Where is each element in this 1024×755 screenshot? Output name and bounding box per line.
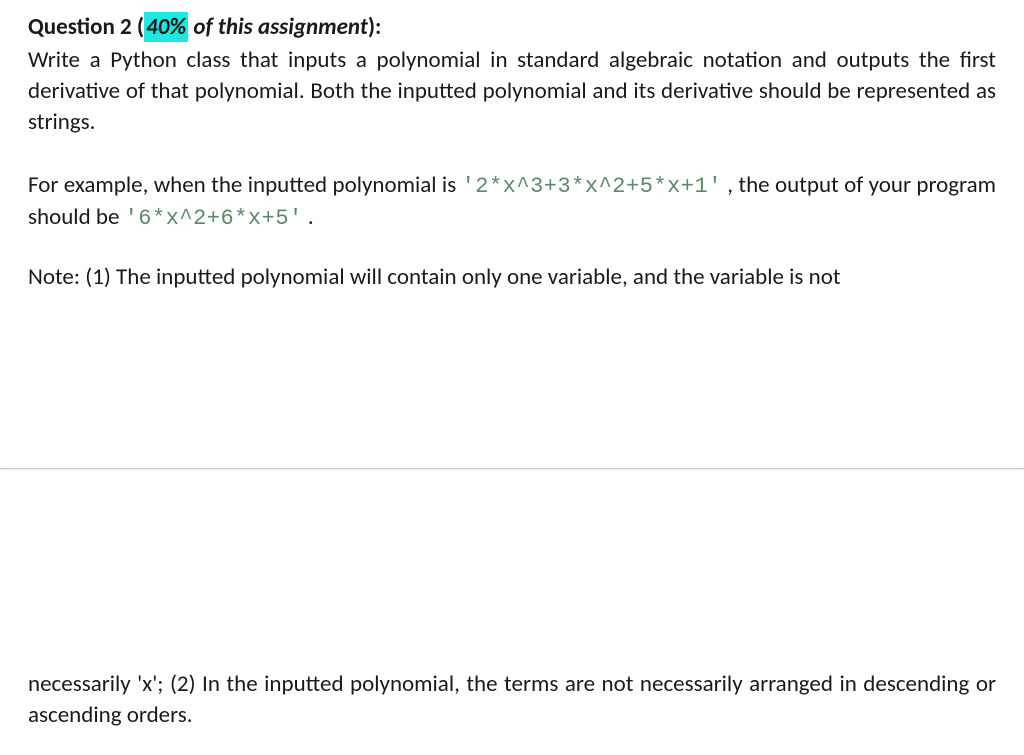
of-assignment: of this assignment — [188, 13, 368, 41]
bottom-gap — [28, 469, 996, 669]
open-paren: ( — [132, 13, 144, 41]
example-text-1: For example, when the inputted polynomia… — [28, 171, 462, 199]
note-top-line: Note: (1) The inputted polynomial will c… — [28, 262, 996, 293]
question-label: Question 2 — [28, 13, 132, 41]
close-paren: ): — [368, 13, 382, 41]
example-code-output: '6*x^2+6*x+5' — [125, 206, 303, 231]
percent-weight: 40% — [144, 12, 188, 42]
intro-text: Write a Python class that inputs a polyn… — [28, 45, 996, 138]
note-bottom-text: necessarily 'x'; (2) In the inputted pol… — [28, 669, 996, 731]
page-gap — [28, 293, 996, 468]
question-header: Question 2 (40% of this assignment): — [28, 12, 996, 43]
example-paragraph: For example, when the inputted polynomia… — [28, 170, 996, 233]
example-code-input: '2*x^3+3*x^2+5*x+1' — [462, 174, 722, 199]
example-text-3: . — [303, 203, 314, 231]
